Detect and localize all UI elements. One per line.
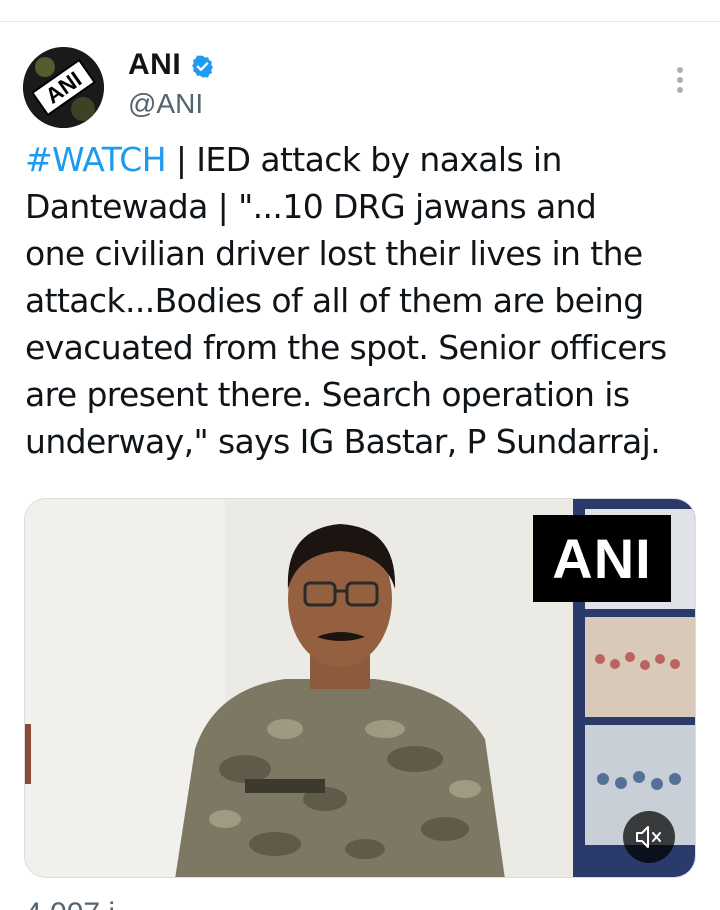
author-handle[interactable]: @ANI [128, 88, 203, 120]
tweet-text-line: one civilian driver lost their lives in … [25, 234, 643, 273]
verified-badge-icon [192, 55, 213, 78]
hashtag-link[interactable]: #WATCH [25, 140, 167, 179]
ani-watermark: ANI [533, 515, 671, 602]
tweet-text-line: attack...Bodies of all of them are being [25, 281, 644, 320]
tweet-text-line: #WATCH | IED attack by naxals in [25, 140, 562, 179]
author-name[interactable]: ANI [128, 48, 181, 82]
video-player[interactable]: ANI [24, 498, 696, 878]
avatar[interactable]: ANI [23, 47, 104, 128]
tweet-text-line: evacuated from the spot. Senior officers [25, 328, 667, 367]
volume-muted-icon[interactable] [623, 811, 675, 863]
tweet-text-line: Dantewada | "...10 DRG jawans and [25, 187, 597, 226]
tweet-text: #WATCH | IED attack by naxals in Dantewa… [25, 136, 695, 465]
views-count: 4,007 i [25, 894, 115, 910]
tweet-text-line: are present there. Search operation is [25, 375, 630, 414]
more-options-icon[interactable] [665, 58, 695, 102]
top-divider [0, 21, 720, 22]
tweet-text-line: underway," says IG Bastar, P Sundarraj. [25, 422, 661, 461]
